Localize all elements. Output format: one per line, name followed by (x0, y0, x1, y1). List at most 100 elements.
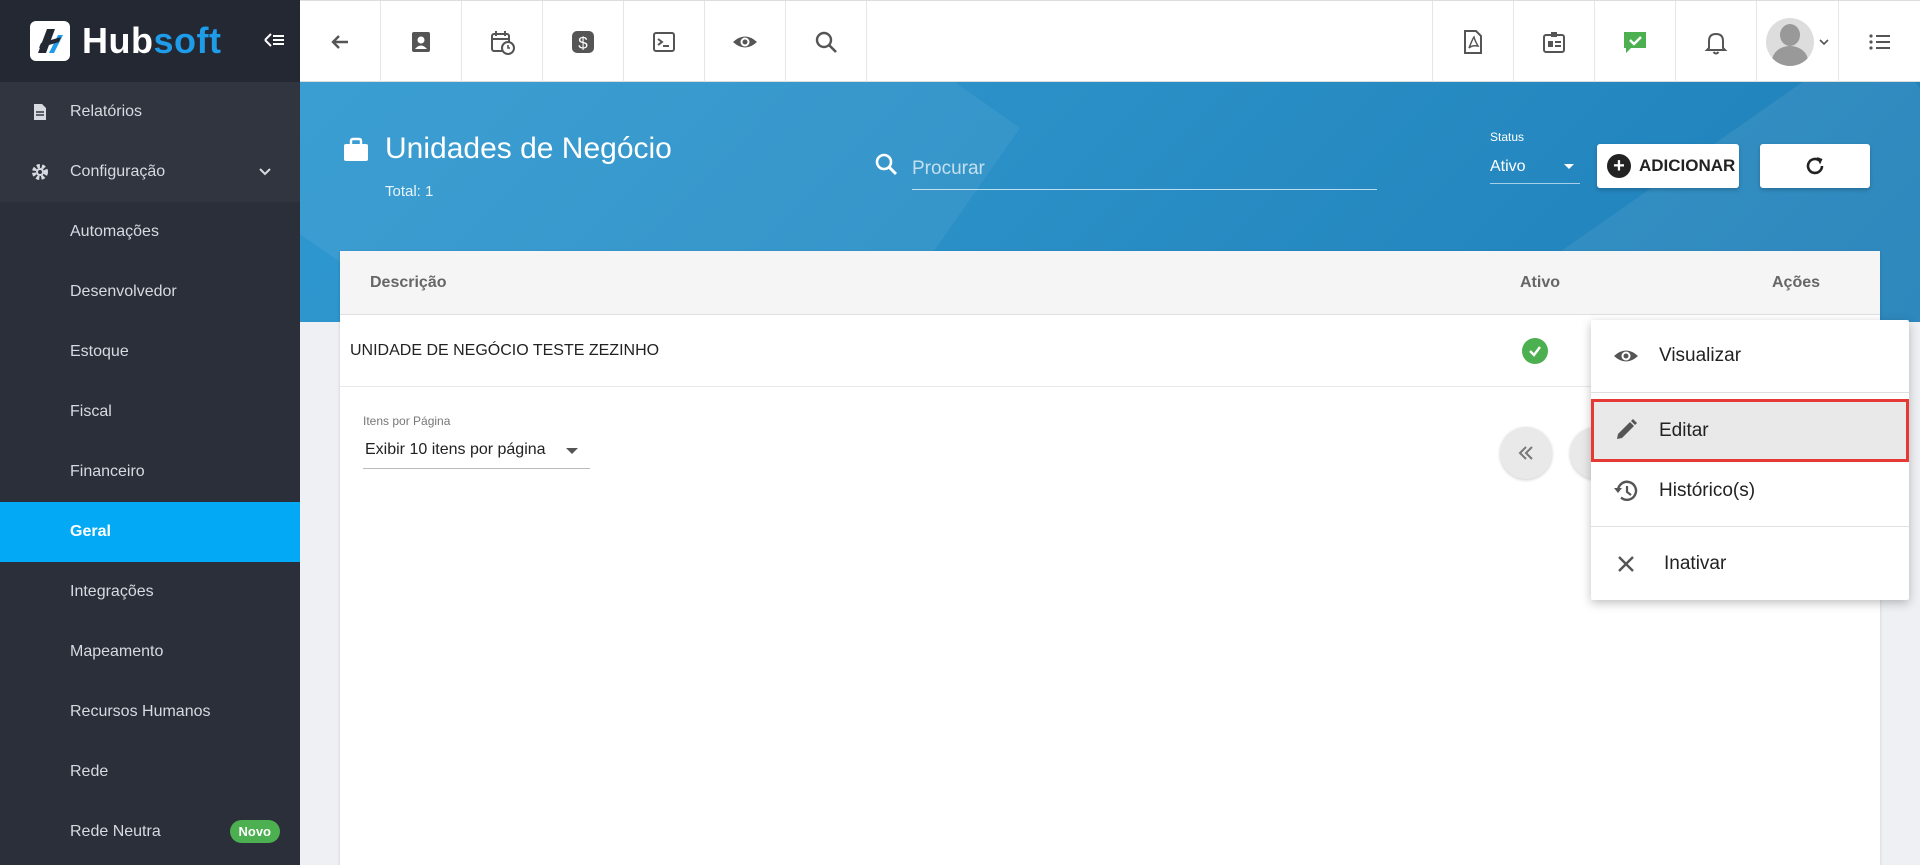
menu-item-visualizar[interactable]: Visualizar (1591, 320, 1909, 392)
sidebar-item-rede-neutra[interactable]: Rede Neutra Novo (0, 802, 300, 862)
terminal-button[interactable] (624, 1, 705, 82)
sidebar-item-financeiro[interactable]: Financeiro (0, 442, 300, 502)
status-filter-value: Ativo (1490, 158, 1526, 175)
terminal-icon (653, 31, 675, 52)
calendar-button[interactable] (462, 1, 543, 82)
menu-divider (1591, 392, 1909, 393)
column-header-acoes: Ações (1772, 274, 1821, 291)
active-check-icon (1522, 338, 1548, 364)
column-header-descricao[interactable]: Descrição (370, 274, 447, 292)
back-button[interactable] (300, 1, 381, 82)
contacts-button[interactable] (381, 1, 462, 82)
sidebar-item-estoque[interactable]: Estoque (0, 322, 300, 382)
sidebar-item-label: Financeiro (70, 463, 145, 480)
new-badge: Novo (229, 820, 280, 843)
menu-item-label: Inativar (1664, 552, 1727, 574)
sidebar-item-label: Configuração (70, 163, 166, 180)
sidebar-item-label: Automações (70, 223, 159, 240)
plus-circle-icon: + (1607, 154, 1631, 178)
collapse-sidebar-icon[interactable] (262, 28, 286, 52)
sidebar-item-fiscal[interactable]: Fiscal (0, 382, 300, 442)
sidebar-item-relatorios[interactable]: Relatórios (0, 82, 300, 142)
logo-text-soft: soft (153, 20, 222, 61)
row-description: UNIDADE DE NEGÓCIO TESTE ZEZINHO (350, 342, 660, 359)
row-actions-menu: Visualizar Editar Histórico(s) Inativar (1591, 320, 1909, 600)
logo-mark (30, 21, 70, 61)
sidebar-item-label: Rede (70, 763, 109, 780)
sidebar-item-rede[interactable]: Rede (0, 742, 300, 802)
menu-item-historico[interactable]: Histórico(s) (1591, 462, 1909, 520)
search-icon (815, 31, 837, 53)
financial-button[interactable]: $ (543, 1, 624, 82)
search-input[interactable] (912, 148, 1377, 190)
status-filter-label: Status (1490, 130, 1525, 144)
first-page-button[interactable] (1500, 427, 1552, 479)
document-icon (34, 104, 46, 120)
sidebar-item-label: Estoque (70, 343, 129, 360)
arrow-left-icon (331, 34, 348, 49)
sidebar-item-label: Mapeamento (70, 643, 164, 660)
page-title: Unidades de Negócio (385, 132, 672, 165)
eye-icon (733, 36, 757, 47)
pencil-icon (1617, 419, 1637, 439)
double-chevron-left-icon (1518, 446, 1533, 460)
status-filter-select[interactable]: Ativo (1490, 150, 1580, 184)
sidebar-item-automacoes[interactable]: Automações (0, 202, 300, 262)
menu-item-inativar[interactable]: Inativar (1591, 527, 1909, 600)
sidebar-item-configuracao[interactable]: Configuração (0, 142, 300, 202)
list-menu-button[interactable] (1838, 1, 1920, 82)
top-toolbar: $ (300, 0, 1920, 82)
sidebar-item-label: Integrações (70, 583, 154, 600)
chevron-down-icon (259, 168, 271, 176)
close-icon (1618, 556, 1634, 572)
notifications-button[interactable] (1675, 1, 1756, 82)
contact-card-icon (412, 31, 430, 52)
logo-text: Hubsoft (82, 20, 221, 62)
sidebar-item-integracoes[interactable]: Integrações (0, 562, 300, 622)
sidebar-item-geral[interactable]: Geral (0, 502, 300, 562)
refresh-button[interactable] (1760, 144, 1870, 188)
id-badge-icon (1543, 31, 1565, 53)
view-button[interactable] (705, 1, 786, 82)
gear-icon (32, 164, 48, 180)
dollar-icon: $ (572, 30, 594, 53)
column-header-ativo[interactable]: Ativo (1520, 274, 1560, 292)
chat-check-icon (1624, 31, 1646, 53)
eye-icon (1614, 350, 1638, 362)
sidebar-item-label: Rede Neutra (70, 823, 161, 840)
sidebar-item-label: Desenvolvedor (70, 283, 177, 300)
sidebar-item-recursos-humanos[interactable]: Recursos Humanos (0, 682, 300, 742)
menu-item-label: Visualizar (1659, 345, 1742, 366)
dropdown-caret-icon (566, 448, 578, 454)
record-total: Total: 1 (385, 183, 434, 200)
sidebar-item-label: Geral (70, 523, 111, 540)
search-button[interactable] (786, 1, 867, 82)
sidebar: Hubsoft Relatórios Configuração Automaçõ… (0, 0, 300, 865)
menu-item-label: Histórico(s) (1659, 480, 1756, 501)
pdf-button[interactable] (1432, 1, 1513, 82)
dropdown-caret-icon (1564, 164, 1574, 169)
menu-item-label: Editar (1659, 419, 1709, 441)
user-menu-button[interactable] (1756, 1, 1838, 82)
sidebar-item-label: Recursos Humanos (70, 703, 211, 720)
search-icon (875, 153, 898, 176)
per-page-select[interactable]: Exibir 10 itens por página (363, 433, 590, 469)
badge-button[interactable] (1513, 1, 1594, 82)
messages-button[interactable] (1594, 1, 1675, 82)
history-icon (1614, 480, 1638, 501)
add-button[interactable]: + ADICIONAR (1597, 144, 1739, 188)
add-button-label: ADICIONAR (1639, 156, 1736, 175)
sidebar-item-label: Relatórios (70, 103, 143, 120)
sidebar-item-desenvolvedor[interactable]: Desenvolvedor (0, 262, 300, 322)
per-page-value: Exibir 10 itens por página (365, 441, 546, 458)
pdf-icon (1464, 29, 1482, 54)
logo-text-hub: Hub (82, 20, 154, 61)
menu-item-editar[interactable]: Editar (1591, 399, 1909, 462)
per-page-label: Itens por Página (363, 414, 451, 428)
bell-icon (1704, 32, 1728, 54)
logo-bar: Hubsoft (0, 0, 300, 82)
sidebar-item-mapeamento[interactable]: Mapeamento (0, 622, 300, 682)
calendar-clock-icon (491, 30, 515, 55)
svg-text:$: $ (578, 33, 588, 52)
avatar (1765, 17, 1814, 66)
